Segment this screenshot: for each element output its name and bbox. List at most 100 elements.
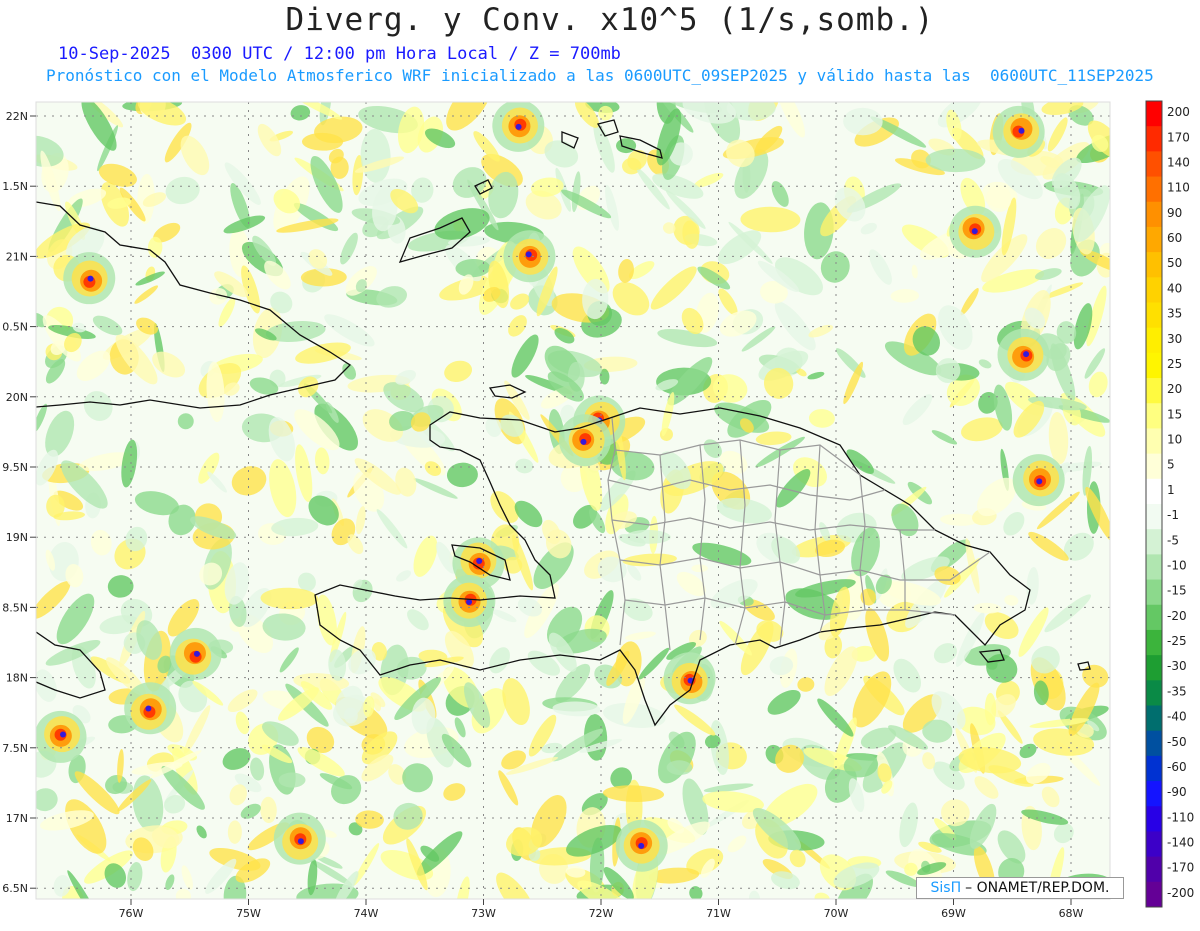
longitude-labels: 76W 75W 74W 73W 72W 71W 70W 69W 68W <box>119 899 1084 920</box>
field-cell <box>278 772 306 788</box>
colorbar-label: 140 <box>1167 155 1190 169</box>
colorbar-swatch <box>1146 176 1162 203</box>
lat-label: 21N <box>6 250 28 263</box>
map-panel: 22N 1.5N 21N 0.5N 20N 9.5N 19N 8.5N 18N 7.5N 17N 6.… <box>0 0 1200 927</box>
colorbar-swatch <box>1146 781 1162 807</box>
divergence-map: 22N 1.5N 21N 0.5N 20N 9.5N 19N 8.5N 18N 7.5N 17N 6.… <box>2 100 1194 920</box>
colorbar-swatch <box>1146 352 1162 379</box>
colorbar-swatch <box>1146 680 1162 706</box>
lon-label: 68W <box>1059 907 1084 920</box>
colorbar-swatch <box>1146 101 1162 127</box>
lon-label: 73W <box>471 907 496 920</box>
credit-box: SisΠ – ONAMET/REP.DOM. <box>916 877 1124 899</box>
lat-label: 0.5N <box>2 321 28 334</box>
lat-label: 20N <box>6 391 28 404</box>
lon-label: 74W <box>354 907 379 920</box>
lat-label: 1.5N <box>2 180 28 193</box>
field-core <box>476 558 483 565</box>
colorbar-swatch <box>1146 453 1162 480</box>
colorbar-swatch <box>1146 629 1162 656</box>
colorbar-swatch <box>1146 655 1162 681</box>
colorbar-swatch <box>1146 277 1162 303</box>
field-core <box>971 228 978 235</box>
sispi-logo: SisΠ <box>930 880 962 896</box>
colorbar-swatch <box>1146 881 1162 908</box>
colorbar-swatch <box>1146 151 1162 178</box>
colorbar-swatch <box>1146 806 1162 832</box>
map-subtitle-time: 10-Sep-2025 0300 UTC / 12:00 pm Hora Loc… <box>58 44 621 64</box>
colorbar-swatch <box>1146 730 1162 757</box>
lon-label: 69W <box>941 907 966 920</box>
field-core <box>87 275 94 282</box>
lat-label: 6.5N <box>2 882 28 895</box>
field-core <box>638 842 645 849</box>
colorbar-label: 200 <box>1167 105 1190 119</box>
colorbar-swatch <box>1146 604 1162 631</box>
colorbar-swatch <box>1146 428 1162 455</box>
field-cell <box>616 138 637 154</box>
lon-label: 75W <box>236 907 261 920</box>
colorbar-swatch <box>1146 529 1162 555</box>
colorbar-label: -25 <box>1167 634 1187 648</box>
map-title: Diverg. y Conv. x10^5 (1/s,somb.) <box>285 2 935 38</box>
colorbar-swatch <box>1146 403 1162 429</box>
colorbar-label: 30 <box>1167 332 1182 346</box>
colorbar-swatch <box>1146 126 1162 152</box>
colorbar-label: 10 <box>1167 433 1182 447</box>
colorbar-label: 1 <box>1167 483 1175 497</box>
credit-text: – ONAMET/REP.DOM. <box>965 880 1110 896</box>
field-core <box>1023 351 1030 358</box>
colorbar-swatch <box>1146 831 1162 858</box>
colorbar-label: -40 <box>1167 710 1187 724</box>
colorbar-label: -10 <box>1167 558 1187 572</box>
colorbar-swatch <box>1146 302 1162 329</box>
colorbar-label: 5 <box>1167 458 1175 472</box>
colorbar-swatch <box>1146 252 1162 278</box>
colorbar-label: 35 <box>1167 307 1182 321</box>
lat-label: 17N <box>6 812 28 825</box>
colorbar-label: -35 <box>1167 684 1187 698</box>
colorbar: 200 170 140 110 90 60 50 40 35 30 25 20 15 10 5 1 -1 -5 -1… <box>1145 100 1194 908</box>
colorbar-label: -110 <box>1167 810 1194 824</box>
colorbar-label: -60 <box>1167 760 1187 774</box>
colorbar-label: -30 <box>1167 659 1187 673</box>
colorbar-swatch <box>1146 327 1162 354</box>
field-core <box>193 650 200 657</box>
lon-label: 71W <box>706 907 731 920</box>
colorbar-swatch <box>1146 378 1162 404</box>
lat-label: 19N <box>6 531 28 544</box>
colorbar-label: 15 <box>1167 407 1182 421</box>
colorbar-label: -140 <box>1167 836 1194 850</box>
field-core <box>1036 478 1043 485</box>
lat-label: 22N <box>6 110 28 123</box>
colorbar-label: -1 <box>1167 508 1179 522</box>
colorbar-label: 170 <box>1167 130 1190 144</box>
colorbar-label: 25 <box>1167 357 1182 371</box>
colorbar-label: 20 <box>1167 382 1182 396</box>
colorbar-label: -15 <box>1167 584 1187 598</box>
colorbar-label: -170 <box>1167 861 1194 875</box>
colorbar-label: 60 <box>1167 231 1182 245</box>
lon-label: 76W <box>119 907 144 920</box>
colorbar-swatch <box>1146 478 1162 505</box>
lat-label: 18N <box>6 672 28 685</box>
colorbar-swatch <box>1146 755 1162 782</box>
colorbar-swatch <box>1146 856 1162 883</box>
lat-label: 8.5N <box>2 601 28 614</box>
colorbar-label: -200 <box>1167 886 1194 900</box>
colorbar-swatch <box>1146 226 1162 253</box>
colorbar-label: 110 <box>1167 181 1190 195</box>
field-core <box>297 838 304 845</box>
field-core <box>525 251 532 258</box>
colorbar-swatch <box>1146 504 1162 530</box>
lat-label: 7.5N <box>2 742 28 755</box>
latitude-labels: 22N 1.5N 21N 0.5N 20N 9.5N 19N 8.5N 18N 7.5N 17N 6.… <box>2 110 36 895</box>
colorbar-swatch <box>1146 554 1162 581</box>
colorbar-label: -50 <box>1167 735 1187 749</box>
colorbar-label: -90 <box>1167 785 1187 799</box>
colorbar-swatch <box>1146 201 1162 228</box>
field-core <box>580 438 587 445</box>
colorbar-label: -5 <box>1167 533 1179 547</box>
field-core <box>59 731 66 738</box>
lon-label: 70W <box>824 907 849 920</box>
